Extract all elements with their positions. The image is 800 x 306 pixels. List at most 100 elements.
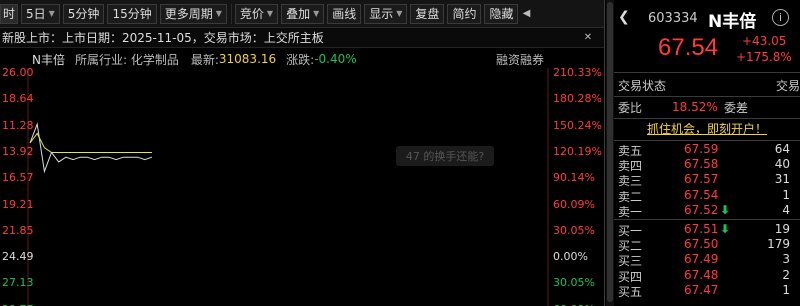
orderbook-row[interactable]: 买五 67.47 1	[614, 282, 800, 299]
ipo-info-text: 新股上市：上市日期：2025-11-05，交易市场：上交所主板	[2, 31, 324, 45]
trading-status-row: 交易状态 交易	[614, 75, 800, 95]
latest-label: 最新:	[190, 52, 219, 67]
divider	[614, 219, 800, 220]
orderbook-price: 67.50	[684, 237, 719, 252]
chart-header: N丰倍 所属行业: 化学制品 最新: 31083.16 涨跌: -0.40% 融…	[0, 50, 604, 68]
change-label: 涨跌:	[286, 52, 315, 67]
orderbook-price: 67.47	[684, 282, 719, 297]
order-ratio-label: 委比	[618, 100, 643, 115]
price-series-line	[29, 132, 152, 153]
orderbook-row[interactable]: 卖三 67.57 31	[614, 172, 800, 188]
orderbook-volume: 19	[774, 222, 790, 236]
overlay-dropdown[interactable]: 叠加 ▼	[281, 3, 325, 24]
divider	[614, 72, 800, 73]
close-icon[interactable]: ✕	[580, 32, 596, 43]
display-dropdown[interactable]: 显示 ▼	[364, 3, 408, 24]
trading-status-label: 交易状态	[618, 78, 667, 93]
vertical-scrollbar[interactable]	[606, 0, 614, 306]
chevron-down-icon: ▼	[48, 9, 55, 18]
orderbook-price: 67.58	[684, 157, 719, 172]
orderbook-volume: 40	[774, 157, 790, 172]
quote-header: ❮ 603334 N丰倍 i 67.54 +43.05 +175.8%	[614, 0, 800, 72]
y-left-tick: 26.00	[2, 66, 34, 79]
orderbook-row[interactable]: 卖四 67.58 40	[614, 157, 800, 173]
orderbook-price: 67.49	[684, 252, 719, 267]
chevron-left-icon[interactable]: ❮	[618, 9, 630, 25]
divider	[614, 140, 800, 141]
info-icon[interactable]: i	[772, 9, 789, 26]
chart-plot	[0, 48, 604, 306]
turnover-hint[interactable]: 47 的换手还能?	[396, 146, 494, 166]
y-right-tick: 120.19%	[553, 144, 602, 158]
orderbook-row[interactable]: 买四 67.48 2	[614, 267, 800, 284]
orderbook-row[interactable]: 卖二 67.54 1	[614, 187, 800, 204]
chart-stock-name: N丰倍	[32, 52, 65, 67]
replay-button[interactable]: 复盘	[410, 3, 445, 24]
orderbook-volume: 179	[767, 237, 790, 252]
orderbook-price: 67.51	[684, 222, 719, 236]
chevron-down-icon: ▼	[266, 9, 274, 18]
y-left-tick: 24.49	[2, 250, 34, 264]
orderbook-volume: 1	[782, 187, 790, 202]
y-right-tick: 180.28%	[553, 92, 602, 106]
panel-divider	[604, 0, 605, 306]
chart-svg	[27, 68, 549, 306]
orderbook-row[interactable]: 买一 67.51 ⬇ 19	[614, 222, 800, 238]
orderbook-volume: 2	[782, 267, 790, 282]
order-ratio-row: 委比 18.52% 委差	[614, 97, 800, 117]
chart-industry: 所属行业: 化学制品	[74, 52, 179, 67]
intraday-chart[interactable]: N丰倍 所属行业: 化学制品 最新: 31083.16 涨跌: -0.40% 融…	[0, 48, 604, 306]
orderbook-row[interactable]: 买二 67.50 179	[614, 237, 800, 253]
chevron-down-icon: ▼	[396, 9, 403, 18]
y-left-tick: 27.13	[2, 276, 34, 290]
chevron-down-icon: ▼	[215, 9, 222, 18]
y-left-tick: 11.28	[2, 118, 34, 132]
y-right-tick: 30.05%	[553, 276, 595, 290]
brief-button[interactable]: 简约	[447, 3, 482, 24]
orderbook-row[interactable]: 买三 67.49 3	[614, 252, 800, 268]
orderbook-row[interactable]: 卖五 67.59 64	[614, 142, 800, 158]
tab-intraday[interactable]: 时	[0, 3, 18, 24]
order-ratio-value: 18.52%	[672, 100, 718, 114]
y-right-tick: 0.00%	[553, 250, 588, 264]
y-left-tick: 21.85	[2, 223, 34, 237]
tab-15min[interactable]: 15分钟	[107, 3, 157, 24]
y-right-tick: 30.05%	[553, 223, 595, 237]
toolbar-separator	[230, 3, 232, 24]
orderbook-volume: 1	[782, 282, 790, 297]
margin-trading-label[interactable]: 融资融券	[496, 51, 544, 68]
y-left-tick: 18.64	[2, 92, 34, 106]
down-arrow-icon: ⬇	[720, 222, 731, 236]
down-arrow-icon: ⬇	[720, 202, 731, 217]
open-account-link[interactable]: 抓住机会，即刻开户！	[614, 120, 800, 138]
tab-5min[interactable]: 5分钟	[62, 3, 105, 24]
price-change-pct: +175.8%	[736, 50, 792, 64]
scrollbar-thumb[interactable]	[607, 2, 613, 302]
orderbook-volume: 64	[774, 142, 790, 156]
y-left-tick: 16.57	[2, 171, 34, 185]
chevron-left-icon[interactable]: ◀	[518, 8, 534, 19]
hide-button[interactable]: 隐藏	[484, 3, 519, 24]
more-periods-dropdown[interactable]: 更多周期 ▼	[159, 3, 227, 24]
orderbook-volume: 3	[782, 252, 790, 267]
draw-line-button[interactable]: 画线	[327, 3, 362, 24]
stock-code: 603334	[648, 11, 698, 26]
quote-panel: ❮ 603334 N丰倍 i 67.54 +43.05 +175.8% 交易状态…	[614, 0, 800, 306]
orderbook-price: 67.48	[684, 267, 719, 282]
order-diff-label: 委差	[724, 100, 749, 115]
orderbook-side: 买五	[618, 284, 643, 299]
price-change: +43.05	[742, 34, 787, 48]
orderbook-volume: 4	[782, 202, 790, 217]
orderbook-row[interactable]: 卖一 67.52 ⬇ 4	[614, 202, 800, 219]
latest-value: 31083.16	[218, 52, 277, 66]
orderbook-price: 67.52	[684, 202, 719, 217]
ipo-info-bar: 新股上市：上市日期：2025-11-05，交易市场：上交所主板 ✕	[0, 28, 604, 48]
orderbook-price: 67.54	[684, 187, 719, 202]
price-series-line	[29, 122, 153, 174]
auction-dropdown[interactable]: 竞价 ▼	[234, 3, 279, 24]
tab-5day[interactable]: 5日 ▼	[21, 3, 60, 24]
y-right-tick: 60.09%	[553, 197, 595, 211]
current-price: 67.54	[658, 34, 719, 61]
y-right-tick: 90.14%	[553, 171, 595, 185]
divider	[614, 118, 800, 119]
